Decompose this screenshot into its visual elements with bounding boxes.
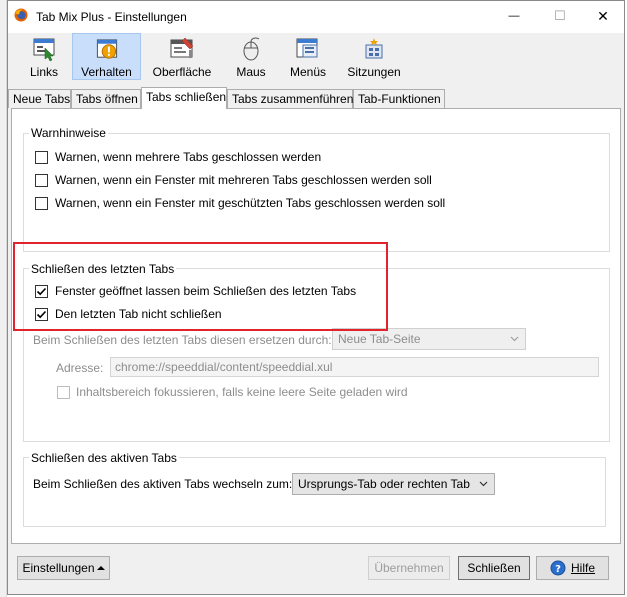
settings-menu-button[interactable]: Einstellungen — [17, 556, 110, 580]
apply-label: Übernehmen — [374, 561, 444, 575]
warn-close-window-tabs-checkbox[interactable] — [35, 174, 48, 187]
focus-content-label[interactable]: Inhaltsbereich fokussieren, falls keine … — [76, 385, 408, 399]
tab-tabs-zusammenfuehren[interactable]: Tabs zusammenführen — [227, 89, 353, 108]
category-toolbar: Links Verhalten Oberfläche Maus Menüs Si… — [8, 33, 624, 81]
settings-window: Tab Mix Plus - Einstellungen — ☐ ✕ Links — [7, 0, 625, 595]
background-window-edge — [0, 0, 7, 597]
minimize-button[interactable]: — — [491, 1, 537, 31]
replace-with-select[interactable]: Neue Tab-Seite — [332, 328, 526, 350]
maximize-button[interactable]: ☐ — [537, 1, 583, 31]
switch-to-value: Ursprungs-Tab oder rechten Tab — [298, 477, 470, 491]
links-icon — [33, 38, 55, 62]
toolbar-links-button[interactable]: Links — [21, 33, 67, 80]
warn-close-protected-label[interactable]: Warnen, wenn ein Fenster mit geschützten… — [55, 196, 445, 210]
address-input[interactable]: chrome://speeddial/content/speeddial.xul — [110, 357, 599, 377]
toolbar-menues-label: Menüs — [289, 65, 327, 79]
title-bar[interactable]: Tab Mix Plus - Einstellungen — ☐ ✕ — [8, 1, 624, 33]
svg-text:?: ? — [555, 564, 561, 575]
chevron-down-icon — [479, 481, 488, 487]
warnings-group-title: Warnhinweise — [29, 126, 108, 140]
help-icon: ? — [550, 560, 566, 576]
tab-label: Tabs öffnen — [76, 92, 138, 106]
menus-icon — [296, 38, 318, 58]
replace-with-value: Neue Tab-Seite — [338, 332, 421, 346]
close-icon: ✕ — [597, 7, 609, 24]
toolbar-sitzungen-button[interactable]: Sitzungen — [341, 33, 407, 80]
toolbar-verhalten-label: Verhalten — [81, 65, 132, 79]
toolbar-maus-label: Maus — [236, 65, 266, 79]
settings-menu-label: Einstellungen — [22, 561, 95, 575]
address-value: chrome://speeddial/content/speeddial.xul — [115, 360, 333, 374]
window-title: Tab Mix Plus - Einstellungen — [36, 10, 187, 24]
warn-close-window-tabs-label[interactable]: Warnen, wenn ein Fenster mit mehreren Ta… — [55, 173, 432, 187]
warn-close-protected-checkbox[interactable] — [35, 197, 48, 210]
tab-label: Tabs schließen — [146, 90, 227, 104]
tab-strip: Neue Tabs Tabs öffnen Tabs schließen Tab… — [8, 87, 624, 109]
apply-button[interactable]: Übernehmen — [368, 556, 450, 580]
tab-label: Neue Tabs — [13, 92, 71, 106]
behavior-icon — [96, 39, 117, 59]
tab-neue-tabs[interactable]: Neue Tabs — [8, 89, 71, 108]
chevron-down-icon — [510, 336, 519, 342]
help-button[interactable]: ? Hilfe — [536, 556, 609, 580]
toolbar-menues-button[interactable]: Menüs — [284, 33, 332, 80]
appearance-icon — [170, 37, 194, 58]
tab-label: Tab-Funktionen — [358, 92, 441, 106]
switch-to-label: Beim Schließen des aktiven Tabs wechseln… — [33, 477, 293, 491]
warn-close-multiple-label[interactable]: Warnen, wenn mehrere Tabs geschlossen we… — [55, 150, 321, 164]
maximize-icon: ☐ — [554, 8, 566, 23]
close-label: Schließen — [467, 561, 521, 575]
highlight-frame — [13, 242, 388, 331]
focus-content-checkbox[interactable] — [57, 386, 70, 399]
toolbar-sitzungen-label: Sitzungen — [347, 65, 401, 79]
caret-up-icon — [96, 566, 105, 570]
minimize-icon: — — [508, 10, 520, 22]
warn-close-multiple-checkbox[interactable] — [35, 151, 48, 164]
close-window-button[interactable]: ✕ — [580, 1, 626, 31]
close-button[interactable]: Schließen — [458, 556, 530, 580]
tab-label: Tabs zusammenführen — [232, 92, 354, 106]
toolbar-links-label: Links — [29, 65, 58, 79]
active-tab-group-title: Schließen des aktiven Tabs — [29, 451, 179, 465]
switch-to-select[interactable]: Ursprungs-Tab oder rechten Tab — [292, 473, 495, 495]
help-label: Hilfe — [570, 561, 595, 575]
toolbar-oberflaeche-label: Oberfläche — [152, 65, 212, 79]
tab-tabs-schliessen[interactable]: Tabs schließen — [141, 87, 227, 109]
replace-with-label: Beim Schließen des letzten Tabs diesen e… — [33, 333, 335, 347]
tab-tab-funktionen[interactable]: Tab-Funktionen — [353, 89, 445, 108]
address-label: Adresse: — [56, 361, 104, 375]
mouse-icon — [243, 37, 260, 61]
tab-tabs-oeffnen[interactable]: Tabs öffnen — [71, 89, 141, 108]
toolbar-verhalten-button[interactable]: Verhalten — [72, 33, 141, 80]
toolbar-oberflaeche-button[interactable]: Oberfläche — [146, 33, 218, 80]
toolbar-maus-button[interactable]: Maus — [228, 33, 274, 80]
firefox-app-icon — [14, 8, 28, 22]
sessions-icon — [365, 38, 383, 59]
